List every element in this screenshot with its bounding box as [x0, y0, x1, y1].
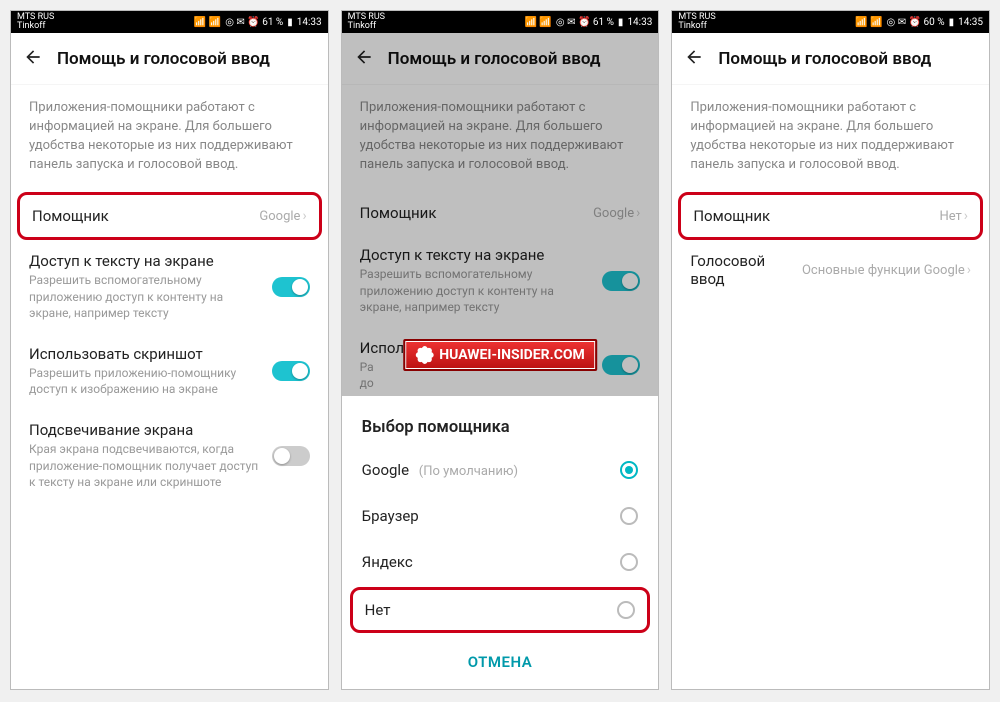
row-flash[interactable]: Подсвечивание экрана Края экрана подсвеч… [11, 409, 328, 502]
watermark-badge: HUAWEI-INSIDER.COM [403, 339, 597, 371]
assistant-label: Помощник [693, 207, 929, 225]
status-bar: MTS RUS Tinkoff 📶 📶 ◎ ✉ ⏰ 61 % ▮ 14:33 [342, 11, 659, 33]
assistant-label: Помощник [360, 204, 583, 222]
page-description: Приложения-помощники работают с информац… [342, 85, 659, 192]
assistant-value: Google [593, 206, 634, 221]
battery-icon: ▮ [949, 17, 955, 28]
signal-icon: 📶 📶 [194, 17, 221, 28]
cancel-button[interactable]: ОТМЕНА [342, 635, 659, 689]
text-access-toggle[interactable] [602, 271, 640, 291]
chevron-right-icon: › [967, 262, 971, 278]
watermark-text: HUAWEI-INSIDER.COM [439, 347, 585, 363]
assistant-value: Нет [939, 209, 961, 224]
text-access-sub: Разрешить вспомогательному приложению до… [360, 266, 593, 315]
screenshot-sub: Разрешить приложению-помощнику доступ к … [29, 365, 262, 397]
signal-icon: 📶 📶 [855, 17, 882, 28]
screenshot-toggle[interactable] [272, 361, 310, 381]
text-access-sub: Разрешить вспомогательному приложению до… [29, 272, 262, 321]
text-access-label: Доступ к тексту на экране [360, 246, 593, 264]
highlight-assistant: Помощник Google › [17, 192, 322, 240]
clock: 14:35 [958, 17, 983, 28]
phone-screen-3: MTS RUS Tinkoff 📶 📶 ◎ ✉ ⏰ 60 % ▮ 14:35 П… [671, 10, 990, 690]
highlight-assistant: Помощник Нет › [678, 192, 983, 240]
text-access-toggle[interactable] [272, 277, 310, 297]
status-icons: ◎ ✉ ⏰ 61 % [556, 17, 614, 28]
option-yandex[interactable]: Яндекс [342, 539, 659, 585]
assistant-label: Помощник [32, 207, 249, 225]
screenshot-toggle[interactable] [602, 355, 640, 375]
status-icons: ◎ ✉ ⏰ 60 % [887, 17, 945, 28]
app-header: Помощь и голосовой ввод [11, 33, 328, 85]
option-browser[interactable]: Браузер [342, 493, 659, 539]
flash-toggle[interactable] [272, 446, 310, 466]
carrier-label-2: Tinkoff [17, 22, 54, 31]
screenshot-label: Использовать скриншот [29, 345, 262, 363]
row-assistant[interactable]: Помощник Google › [342, 192, 659, 234]
text-access-label: Доступ к тексту на экране [29, 252, 262, 270]
row-text-access[interactable]: Доступ к тексту на экране Разрешить вспо… [11, 240, 328, 333]
carrier-label-2: Tinkoff [678, 22, 715, 31]
row-text-access[interactable]: Доступ к тексту на экране Разрешить вспо… [342, 234, 659, 327]
radio-icon[interactable] [620, 507, 638, 525]
page-title: Помощь и голосовой ввод [718, 49, 931, 69]
app-header: Помощь и голосовой ввод [672, 33, 989, 85]
back-icon[interactable] [23, 47, 43, 71]
flash-sub: Края экрана подсвечиваются, когда прилож… [29, 441, 262, 490]
assistant-value: Google [259, 209, 300, 224]
battery-icon: ▮ [618, 17, 624, 28]
option-google-sub: (По умолчанию) [419, 464, 518, 479]
row-screenshot[interactable]: Использовать скриншот Разрешить приложен… [11, 333, 328, 409]
huawei-logo-icon [415, 346, 433, 364]
page-title: Помощь и голосовой ввод [57, 49, 270, 69]
radio-selected-icon[interactable] [620, 461, 638, 479]
row-voice-input[interactable]: Голосовой ввод Основные функции Google › [672, 240, 989, 300]
page-description: Приложения-помощники работают с информац… [11, 85, 328, 192]
voice-value: Основные функции Google [802, 263, 965, 278]
battery-icon: ▮ [287, 17, 293, 28]
phone-screen-1: MTS RUS Tinkoff 📶 📶 ◎ ✉ ⏰ 61 % ▮ 14:33 П… [10, 10, 329, 690]
app-header: Помощь и голосовой ввод [342, 33, 659, 85]
option-google[interactable]: Google (По умолчанию) [342, 447, 659, 493]
radio-icon[interactable] [620, 553, 638, 571]
flash-label: Подсвечивание экрана [29, 421, 262, 439]
row-assistant[interactable]: Помощник Google › [20, 195, 319, 237]
phone-screen-2: MTS RUS Tinkoff 📶 📶 ◎ ✉ ⏰ 61 % ▮ 14:33 П… [341, 10, 660, 690]
option-none[interactable]: Нет [350, 587, 651, 633]
chevron-right-icon: › [302, 208, 306, 224]
signal-icon: 📶 📶 [524, 17, 551, 28]
chevron-right-icon: › [636, 205, 640, 221]
status-bar: MTS RUS Tinkoff 📶 📶 ◎ ✉ ⏰ 60 % ▮ 14:35 [672, 11, 989, 33]
status-bar: MTS RUS Tinkoff 📶 📶 ◎ ✉ ⏰ 61 % ▮ 14:33 [11, 11, 328, 33]
back-icon[interactable] [684, 47, 704, 71]
clock: 14:33 [627, 17, 652, 28]
carrier-label-2: Tinkoff [348, 22, 385, 31]
option-google-label: Google [362, 461, 409, 479]
clock: 14:33 [297, 17, 322, 28]
chevron-right-icon: › [964, 208, 968, 224]
option-yandex-label: Яндекс [362, 553, 413, 571]
assistant-picker-sheet: Выбор помощника Google (По умолчанию) Бр… [342, 396, 659, 689]
page-description: Приложения-помощники работают с информац… [672, 85, 989, 192]
status-icons: ◎ ✉ ⏰ 61 % [225, 17, 283, 28]
back-icon[interactable] [354, 47, 374, 71]
voice-label: Голосовой ввод [690, 252, 792, 288]
radio-icon[interactable] [617, 601, 635, 619]
option-none-label: Нет [365, 601, 391, 619]
row-assistant[interactable]: Помощник Нет › [681, 195, 980, 237]
sheet-title: Выбор помощника [342, 404, 659, 447]
page-title: Помощь и голосовой ввод [388, 49, 601, 69]
option-browser-label: Браузер [362, 507, 419, 525]
